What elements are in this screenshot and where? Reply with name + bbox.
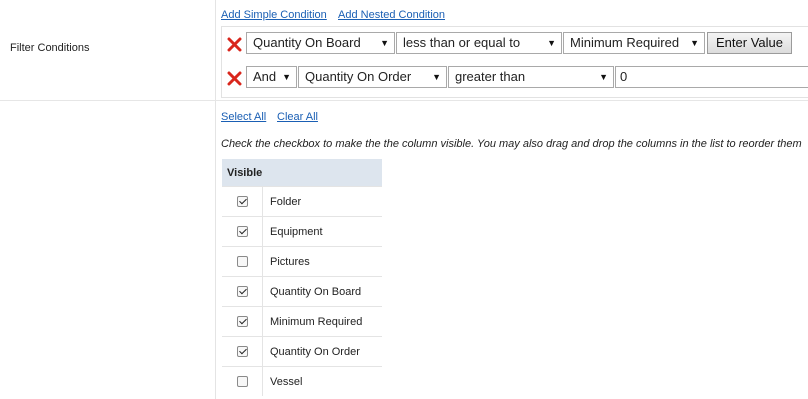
condition-value-field-select[interactable]: Minimum Required ▼: [563, 32, 705, 54]
condition-conjunction-value: And: [253, 69, 277, 84]
checkbox-cell: [222, 216, 263, 247]
column-visible-checkbox[interactable]: [236, 316, 248, 328]
add-simple-condition-link[interactable]: Add Simple Condition: [221, 9, 327, 21]
condition-value-input[interactable]: 0: [615, 66, 808, 88]
checkbox-cell: [222, 246, 263, 277]
column-name: Minimum Required: [262, 306, 382, 337]
dropdown-arrow-icon: ▼: [690, 38, 699, 48]
clear-all-link[interactable]: Clear All: [277, 111, 318, 123]
filter-conditions-label: Filter Conditions: [10, 42, 90, 54]
column-name: Vessel: [262, 366, 382, 396]
column-visible-checkbox[interactable]: [236, 226, 248, 238]
checkbox-cell: [222, 336, 263, 367]
condition-conjunction-select[interactable]: And ▼: [246, 66, 297, 88]
dropdown-arrow-icon: ▼: [547, 38, 556, 48]
label-column: [0, 0, 216, 399]
condition-value-field-value: Minimum Required: [570, 35, 680, 50]
table-row[interactable]: Folder: [222, 186, 382, 217]
column-visible-checkbox[interactable]: [236, 346, 248, 358]
column-name: Equipment: [262, 216, 382, 247]
condition-operator-select[interactable]: greater than ▼: [448, 66, 614, 88]
column-visible-checkbox[interactable]: [236, 196, 248, 208]
condition-operator-select[interactable]: less than or equal to ▼: [396, 32, 562, 54]
condition-field-value: Quantity On Order: [305, 69, 412, 84]
column-help-text: Check the checkbox to make the the colum…: [221, 138, 802, 150]
section-divider: [0, 100, 808, 101]
column-name: Quantity On Board: [262, 276, 382, 307]
remove-condition-icon[interactable]: [227, 70, 243, 86]
condition-field-select[interactable]: Quantity On Order ▼: [298, 66, 447, 88]
select-all-link[interactable]: Select All: [221, 111, 266, 123]
table-row[interactable]: Equipment: [222, 216, 382, 247]
table-row[interactable]: Pictures: [222, 246, 382, 277]
column-visible-checkbox[interactable]: [236, 256, 248, 268]
dropdown-arrow-icon: ▼: [380, 38, 389, 48]
condition-operator-value: greater than: [455, 69, 526, 84]
dropdown-arrow-icon: ▼: [599, 72, 608, 82]
condition-operator-value: less than or equal to: [403, 35, 521, 50]
visible-columns-table: Visible Folder Equipment Pictures Quanti…: [222, 159, 382, 396]
checkbox-cell: [222, 186, 263, 217]
condition-field-select[interactable]: Quantity On Board ▼: [246, 32, 395, 54]
table-row[interactable]: Quantity On Order: [222, 336, 382, 367]
column-name: Folder: [262, 186, 382, 217]
checkbox-cell: [222, 276, 263, 307]
table-row[interactable]: Minimum Required: [222, 306, 382, 337]
remove-condition-icon[interactable]: [227, 36, 243, 52]
dropdown-arrow-icon: ▼: [432, 72, 441, 82]
table-row[interactable]: Quantity On Board: [222, 276, 382, 307]
condition-field-value: Quantity On Board: [253, 35, 361, 50]
column-visible-checkbox[interactable]: [236, 376, 248, 388]
add-nested-condition-link[interactable]: Add Nested Condition: [338, 9, 445, 21]
column-name: Pictures: [262, 246, 382, 277]
checkbox-cell: [222, 306, 263, 337]
dropdown-arrow-icon: ▼: [282, 72, 291, 82]
column-visible-checkbox[interactable]: [236, 286, 248, 298]
enter-value-button[interactable]: Enter Value: [707, 32, 792, 54]
visible-column-header: Visible: [222, 159, 382, 187]
table-row[interactable]: Vessel: [222, 366, 382, 396]
column-name: Quantity On Order: [262, 336, 382, 367]
checkbox-cell: [222, 366, 263, 396]
